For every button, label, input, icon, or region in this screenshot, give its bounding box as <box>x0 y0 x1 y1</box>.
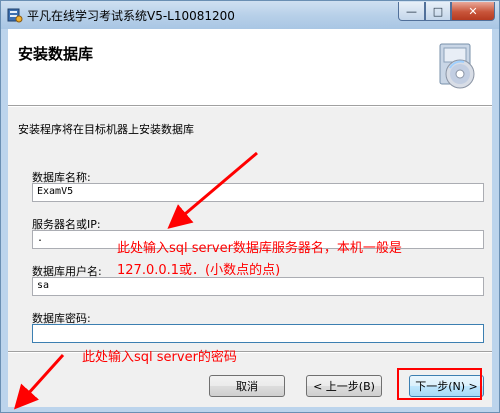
dialog-client-area: 安装数据库 安装程序将在目标机器上安装数据库 数据库名称: ExamV5 服务器… <box>8 29 492 407</box>
back-button[interactable]: < 上一步(B) <box>306 375 382 397</box>
window-title: 平凡在线学习考试系统V5-L10081200 <box>27 9 235 23</box>
minimize-button[interactable]: — <box>398 2 425 21</box>
server-hint-line1: 此处输入sql server数据库服务器名，本机一般是 <box>117 241 402 256</box>
minimize-icon: — <box>406 4 417 18</box>
wizard-header: 安装数据库 <box>8 29 492 105</box>
close-button[interactable]: ✕ <box>451 2 495 21</box>
maximize-icon: □ <box>432 4 444 18</box>
installer-window: 平凡在线学习考试系统V5-L10081200 — □ ✕ 安装数据库 安装程序将… <box>0 0 500 413</box>
install-disc-icon <box>439 43 475 89</box>
wizard-body: 安装程序将在目标机器上安装数据库 数据库名称: ExamV5 服务器名或IP: … <box>8 107 492 351</box>
cancel-button[interactable]: 取消 <box>209 375 285 397</box>
title-bar[interactable]: 平凡在线学习考试系统V5-L10081200 — □ ✕ <box>1 1 499 29</box>
close-icon: ✕ <box>468 4 478 18</box>
db-name-input[interactable]: ExamV5 <box>32 183 484 202</box>
next-button-highlight <box>397 368 482 400</box>
password-hint: 此处输入sql server的密码 <box>82 350 237 365</box>
server-hint-line2: 127.0.0.1或．(小数点的点) <box>117 263 281 278</box>
page-title: 安装数据库 <box>18 45 94 63</box>
app-icon <box>7 8 23 23</box>
db-password-input[interactable] <box>32 324 484 343</box>
maximize-button[interactable]: □ <box>425 2 451 21</box>
description-text: 安装程序将在目标机器上安装数据库 <box>18 123 194 136</box>
